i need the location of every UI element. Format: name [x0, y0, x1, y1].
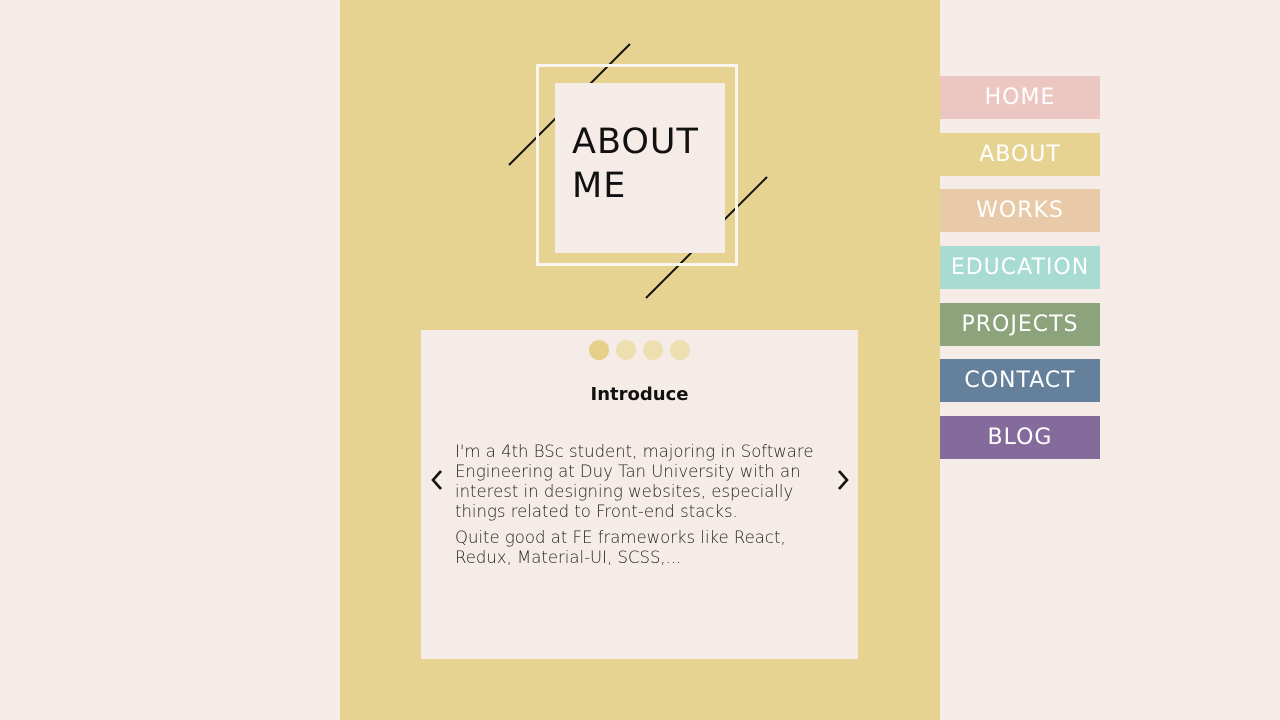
nav-item-projects[interactable]: PROJECTS	[940, 302, 1100, 346]
side-nav: HOME ABOUT WORKS EDUCATION PROJECTS CONT…	[940, 76, 1100, 473]
page-title-line1: ABOUT	[572, 122, 699, 162]
slide-dot-1[interactable]	[589, 340, 609, 360]
slide-dot-2[interactable]	[616, 340, 636, 360]
slide-dot-4[interactable]	[670, 340, 690, 360]
about-section: ABOUT ME Introduce I'm a 4th BSc student…	[340, 0, 940, 720]
nav-item-education[interactable]: EDUCATION	[940, 246, 1100, 290]
nav-item-contact[interactable]: CONTACT	[940, 359, 1100, 403]
next-slide-button[interactable]	[833, 468, 853, 492]
chevron-right-icon	[838, 470, 849, 490]
intro-card: Introduce I'm a 4th BSc student, majorin…	[421, 330, 858, 659]
slide-dots	[589, 340, 690, 360]
intro-paragraph-1: I'm a 4th BSc student, majoring in Softw…	[455, 442, 814, 521]
card-title: Introduce	[590, 384, 689, 405]
nav-item-works[interactable]: WORKS	[940, 189, 1100, 233]
nav-item-about[interactable]: ABOUT	[940, 132, 1100, 176]
nav-item-home[interactable]: HOME	[940, 76, 1100, 119]
page: ABOUT ME Introduce I'm a 4th BSc student…	[0, 0, 1280, 720]
card-body: I'm a 4th BSc student, majoring in Softw…	[455, 442, 827, 574]
page-title: ABOUT ME	[572, 120, 699, 208]
slide-dot-3[interactable]	[643, 340, 663, 360]
page-title-line2: ME	[572, 166, 627, 206]
prev-slide-button[interactable]	[427, 468, 447, 492]
chevron-left-icon	[431, 470, 442, 490]
intro-paragraph-2: Quite good at FE frameworks like React, …	[455, 528, 786, 567]
nav-item-blog[interactable]: BLOG	[940, 416, 1100, 460]
